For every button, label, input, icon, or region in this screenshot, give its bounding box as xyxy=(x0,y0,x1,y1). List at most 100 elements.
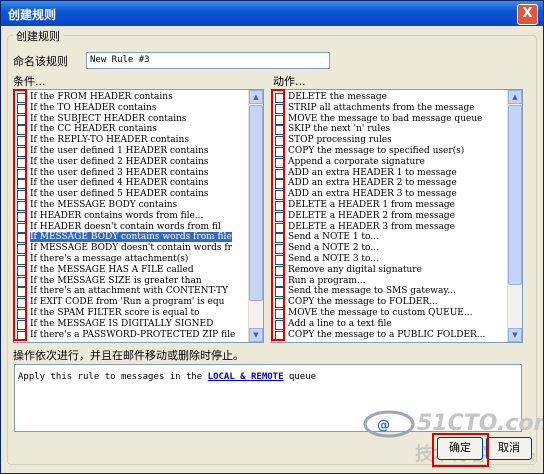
condition-item[interactable]: If the user defined 5 HEADER contains xyxy=(14,189,235,201)
action-item[interactable]: Send a NOTE 1 to... xyxy=(272,232,485,244)
item-label: STRIP all attachments from the message xyxy=(288,102,475,113)
item-label: If the SUBJECT HEADER contains xyxy=(30,113,187,124)
action-item[interactable]: COPY the message to a PUBLIC FOLDER... xyxy=(272,330,485,341)
condition-item[interactable]: If MESSAGE BODY contains words from file xyxy=(14,232,235,244)
action-item[interactable]: DELETE a HEADER 2 from message xyxy=(272,211,485,222)
condition-item[interactable]: If the user defined 2 HEADER contains xyxy=(14,157,235,168)
condition-item[interactable]: If the SUBJECT HEADER contains xyxy=(14,114,235,125)
window-title: 创建规则 xyxy=(8,8,57,22)
scroll-thumb[interactable] xyxy=(508,105,522,285)
conditions-scrollbar[interactable]: ▲ ▼ xyxy=(248,90,263,342)
cancel-button[interactable]: 取消 xyxy=(486,437,532,460)
action-item[interactable]: Run a program... xyxy=(272,276,485,287)
actions-scrollbar[interactable]: ▲ ▼ xyxy=(507,90,522,342)
item-label: Send a NOTE 2 to... xyxy=(288,243,379,254)
item-label: If the user defined 4 HEADER contains xyxy=(30,178,209,189)
conditions-list[interactable]: If the FROM HEADER contains If the TO HEA… xyxy=(13,89,264,343)
item-label: If the user defined 3 HEADER contains xyxy=(30,167,209,178)
action-item[interactable]: Add a line to a text file xyxy=(272,319,485,330)
condition-item[interactable]: If the user defined 3 HEADER contains xyxy=(14,168,235,179)
action-item[interactable]: Send a NOTE 3 to... xyxy=(272,254,485,265)
condition-item[interactable]: If there's a message attachment(s) xyxy=(14,254,235,265)
scroll-down-button[interactable]: ▼ xyxy=(508,328,522,342)
item-label: Remove any digital signature xyxy=(288,264,422,275)
action-item[interactable]: ADD an extra HEADER 2 to message xyxy=(272,178,485,190)
description-suffix: queue xyxy=(288,372,317,382)
item-label: STOP processing rules xyxy=(288,135,392,146)
title-bar[interactable]: 创建规则 X xyxy=(1,1,543,26)
action-item[interactable]: STOP processing rules xyxy=(272,135,485,147)
scroll-down-button[interactable]: ▼ xyxy=(249,328,263,342)
queue-link[interactable]: LOCAL & REMOTE xyxy=(208,372,284,382)
item-label: If the SPAM FILTER score is equal to xyxy=(30,307,200,318)
condition-item[interactable]: If EXIT CODE from 'Run a program' is equ xyxy=(14,297,235,309)
action-item[interactable]: Append a corporate signature xyxy=(272,157,485,168)
action-item[interactable]: COPY the message to specified user(s) xyxy=(272,146,485,157)
item-label: If HEADER doesn't contain words from fil xyxy=(30,221,221,232)
condition-item[interactable]: If the MESSAGE SIZE is greater than xyxy=(14,276,235,287)
item-label: Send a NOTE 3 to... xyxy=(288,253,379,264)
condition-item[interactable]: If the MESSAGE BODY contains xyxy=(14,200,235,211)
action-item[interactable]: STRIP all attachments from the message xyxy=(272,103,485,114)
condition-item[interactable]: If the SPAM FILTER score is equal to xyxy=(14,308,235,319)
action-item[interactable]: DELETE the message xyxy=(272,92,485,103)
item-label: MOVE the message to bad message queue xyxy=(288,113,483,124)
item-label: DELETE a HEADER 2 from message xyxy=(288,210,455,221)
item-label: If the user defined 1 HEADER contains xyxy=(30,145,209,156)
close-button[interactable]: X xyxy=(517,4,538,25)
action-item[interactable]: Send the message to SMS gateway... xyxy=(272,286,485,298)
item-label: Run a program... xyxy=(288,275,366,286)
item-label: SKIP the next 'n' rules xyxy=(288,124,391,135)
item-label: If the FROM HEADER contains xyxy=(30,92,173,102)
condition-item[interactable]: If MESSAGE BODY doesn't contain words fr xyxy=(14,243,235,255)
action-item[interactable]: Send a NOTE 2 to... xyxy=(272,243,485,255)
action-item[interactable]: ADD an extra HEADER 3 to message xyxy=(272,189,485,201)
condition-item[interactable]: If the user defined 4 HEADER contains xyxy=(14,178,235,190)
condition-item[interactable]: If the MESSAGE HAS A FILE called xyxy=(14,265,235,276)
action-item[interactable]: DELETE a HEADER 3 from message xyxy=(272,222,485,233)
item-label: If the MESSAGE BODY contains xyxy=(30,199,178,210)
action-item[interactable]: DELETE a HEADER 1 from message xyxy=(272,200,485,211)
item-label: Send a NOTE 1 to... xyxy=(288,232,379,243)
item-label: If MESSAGE BODY doesn't contain words fr xyxy=(30,243,232,254)
actions-list[interactable]: DELETE the message STRIP all attachments … xyxy=(271,89,523,343)
scroll-thumb[interactable] xyxy=(249,105,263,301)
group-label: 创建规则 xyxy=(13,28,63,44)
scroll-up-button[interactable]: ▲ xyxy=(508,90,522,104)
condition-item[interactable]: If the user defined 1 HEADER contains xyxy=(14,146,235,157)
condition-item[interactable]: If the TO HEADER contains xyxy=(14,103,235,114)
item-label: DELETE a HEADER 1 from message xyxy=(288,199,455,210)
description-prefix: Apply this rule to messages in the xyxy=(18,372,203,382)
item-label: Append a corporate signature xyxy=(288,156,425,167)
item-label: Send the message to SMS gateway... xyxy=(288,286,456,297)
action-item[interactable]: MOVE the message to bad message queue xyxy=(272,114,485,125)
action-item[interactable]: SKIP the next 'n' rules xyxy=(272,124,485,136)
scroll-up-button[interactable]: ▲ xyxy=(249,90,263,104)
action-item[interactable]: Remove any digital signature xyxy=(272,265,485,276)
condition-item[interactable]: If there's an attachment with CONTENT-TY xyxy=(14,286,235,298)
condition-item[interactable]: If the REPLY-TO HEADER contains xyxy=(14,135,235,147)
item-label: MOVE the message to custom QUEUE... xyxy=(288,307,473,318)
actions-label: 动作... xyxy=(273,75,306,88)
condition-item[interactable]: If the FROM HEADER contains xyxy=(14,92,235,103)
action-item[interactable]: MOVE the message to custom QUEUE... xyxy=(272,308,485,319)
item-label: If HEADER contains words from file... xyxy=(30,210,204,221)
rule-name-input[interactable]: New Rule #3 xyxy=(86,52,330,69)
condition-item[interactable]: If the CC HEADER contains xyxy=(14,124,235,136)
condition-item[interactable]: If there's a PASSWORD-PROTECTED ZIP file xyxy=(14,330,235,341)
actions-checkbox-highlight xyxy=(271,89,285,341)
create-rule-dialog: 创建规则 X 创建规则 命名该规则 New Rule #3 条件... 动作..… xyxy=(0,0,544,474)
actions-rows: DELETE the message STRIP all attachments … xyxy=(272,92,485,341)
item-label: COPY the message to FOLDER... xyxy=(288,297,438,308)
item-label: Add a line to a text file xyxy=(288,318,392,329)
rule-name-label: 命名该规则 xyxy=(13,55,68,68)
condition-item[interactable]: If HEADER doesn't contain words from fil xyxy=(14,222,235,233)
action-item[interactable]: ADD an extra HEADER 1 to message xyxy=(272,168,485,179)
condition-item[interactable]: If HEADER contains words from file... xyxy=(14,211,235,222)
action-item[interactable]: COPY the message to FOLDER... xyxy=(272,297,485,309)
condition-item[interactable]: If the MESSAGE IS DIGITALLY SIGNED xyxy=(14,319,235,330)
item-label: If the CC HEADER contains xyxy=(30,124,157,135)
item-label: If the TO HEADER contains xyxy=(30,102,157,113)
item-label: COPY the message to specified user(s) xyxy=(288,145,465,156)
conditions-label: 条件... xyxy=(13,75,46,88)
